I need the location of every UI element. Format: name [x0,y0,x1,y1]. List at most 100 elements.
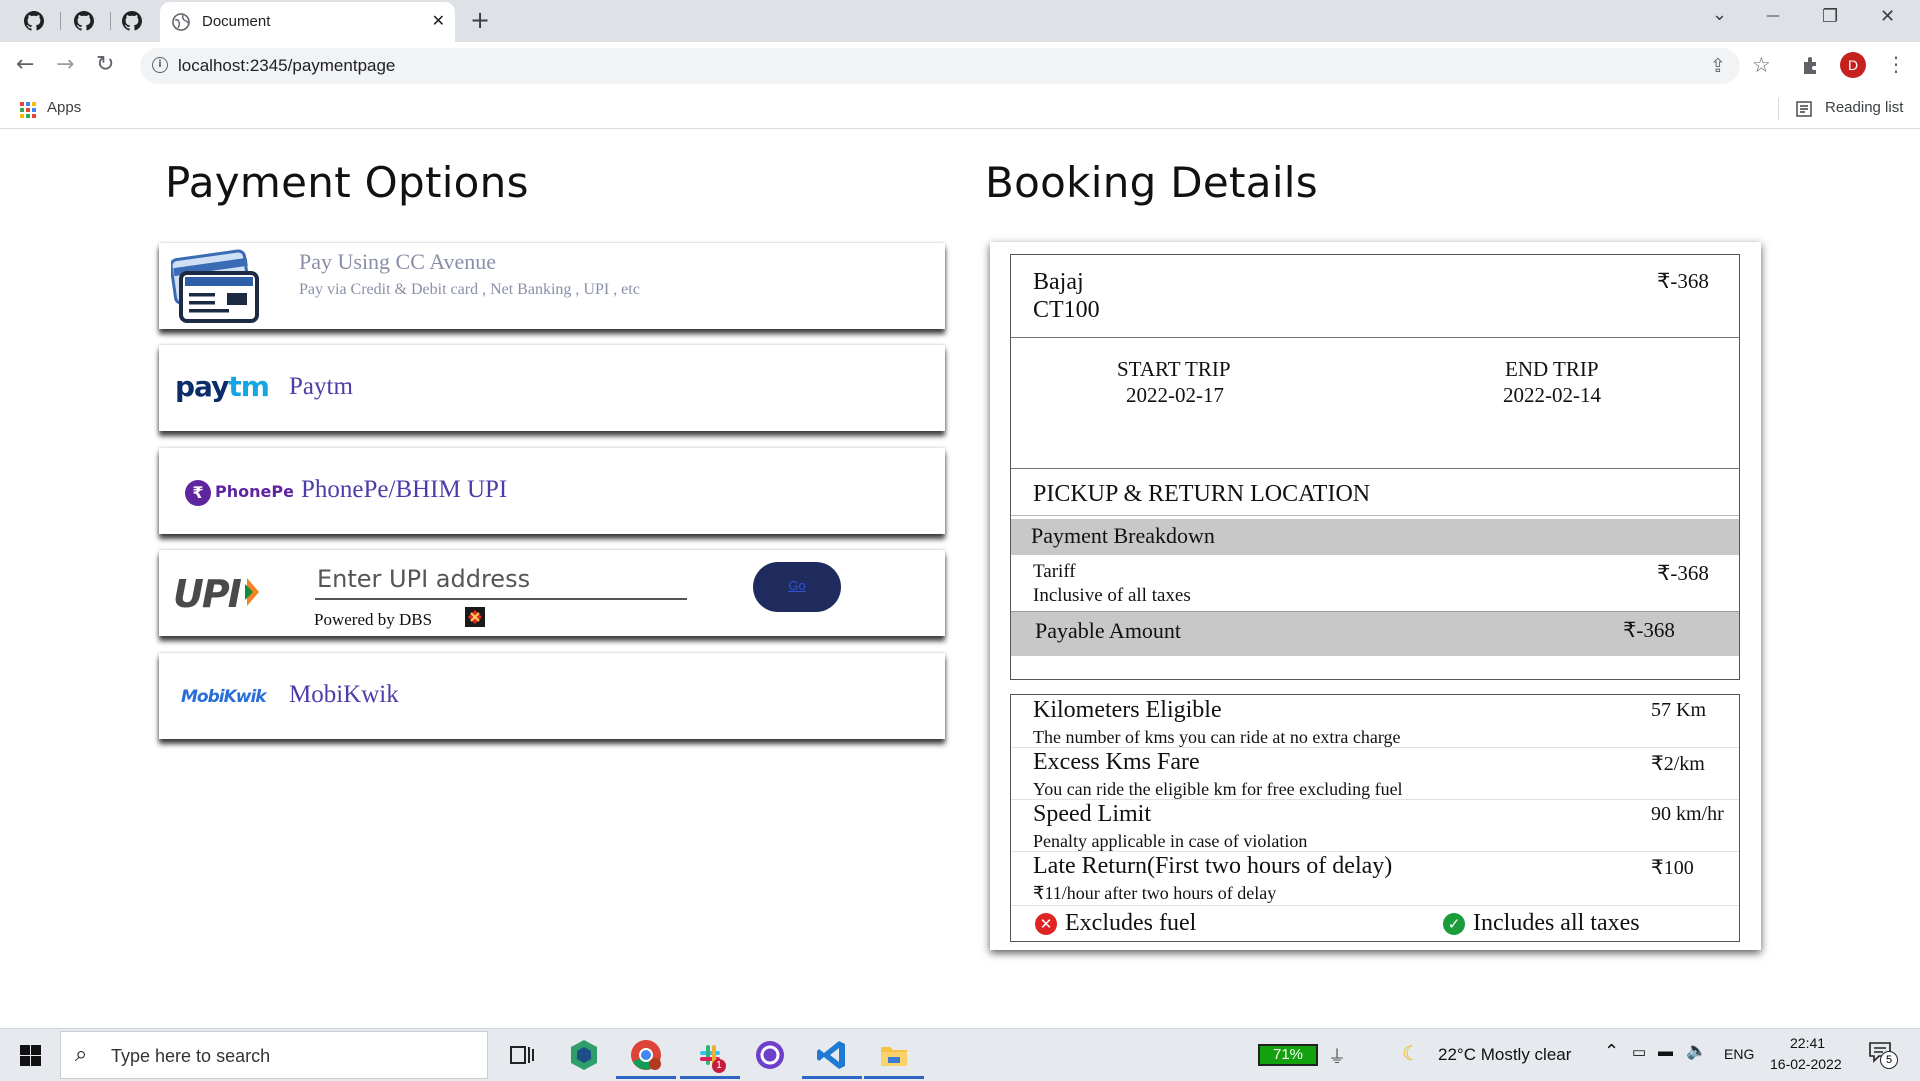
payment-breakdown-label: Payment Breakdown [1031,523,1215,548]
green-app-icon[interactable] [566,1037,602,1073]
notification-count-badge: 5 [1880,1051,1898,1069]
term-title: Speed Limit [1033,801,1151,827]
extensions-puzzle-icon[interactable] [1800,54,1822,76]
chrome-taskbar-app[interactable] [616,1037,676,1079]
input-language[interactable]: ENG [1724,1046,1754,1062]
cc-avenue-option[interactable]: Pay Using CC Avenue Pay via Credit & Deb… [159,243,945,329]
browser-tab-strip: Document ✕ + ⌄ — ❐ ✕ [0,0,1920,42]
restore-icon[interactable]: ❐ [1822,6,1838,27]
booking-details-card: Bajaj CT100 ₹-368 START TRIP 2022-02-17 … [990,242,1761,950]
vscode-taskbar-app[interactable] [802,1037,862,1079]
close-window-icon[interactable]: ✕ [1880,6,1895,27]
taskbar-search-placeholder: Type here to search [111,1046,271,1066]
phonepe-icon: ₹ [185,480,211,506]
profile-avatar[interactable]: D [1840,52,1866,78]
file-explorer-taskbar-app[interactable] [864,1037,924,1079]
site-info-icon[interactable]: i [152,57,168,73]
upi-arrow-icon [245,578,259,606]
chrome-icon [631,1040,661,1070]
share-icon[interactable]: ⇪ [1710,55,1726,77]
apps-grid-icon[interactable] [20,102,36,118]
tariff-value: ₹-368 [1657,561,1709,585]
reading-list-icon[interactable] [1796,101,1812,117]
active-app-indicator [802,1076,862,1079]
phonepe-option[interactable]: ₹ PhonePe PhonePe/BHIM UPI [159,448,945,534]
start-trip-date: 2022-02-17 [1126,383,1224,407]
credit-card-icon [171,249,259,323]
slack-taskbar-app[interactable]: 1 [680,1037,740,1079]
forward-arrow-icon[interactable]: → [56,52,74,77]
reload-icon[interactable]: ↻ [96,52,114,77]
term-description: You can ride the eligible km for free ex… [1033,779,1403,799]
term-row-late-return: Late Return(First two hours of delay) ₹1… [1011,851,1739,903]
end-trip-date: 2022-02-14 [1503,383,1601,407]
battery-tray-icon[interactable]: ▬ [1658,1043,1673,1060]
notification-center-button[interactable]: 5 [1868,1041,1898,1069]
github-icon [122,11,142,31]
clock-time[interactable]: 22:41 [1790,1035,1825,1051]
divider [1011,337,1739,338]
github-pinned-tab-3[interactable] [118,8,146,34]
divider [1011,468,1739,469]
github-icon [74,11,94,31]
network-icon[interactable]: ▭ [1632,1043,1646,1061]
phonepe-label: PhonePe/BHIM UPI [301,476,508,503]
address-bar[interactable]: i localhost:2345/paymentpage ⇪ ☆ [140,48,1771,84]
apps-bookmark[interactable]: Apps [47,99,81,116]
divider [1011,515,1739,516]
github-desktop-icon [756,1041,784,1069]
active-app-indicator [616,1076,676,1079]
payment-breakdown-header: Payment Breakdown [1011,519,1739,555]
check-circle-icon: ✓ [1443,913,1465,935]
cross-circle-icon: ✕ [1035,913,1057,935]
tab-title: Document [202,13,271,30]
back-arrow-icon[interactable]: ← [16,52,34,77]
term-title: Excess Kms Fare [1033,749,1200,775]
active-app-indicator [680,1076,740,1079]
weather-text[interactable]: 22°C Mostly clear [1438,1045,1571,1065]
term-row-kilometers: Kilometers Eligible The number of kms yo… [1011,695,1739,747]
tab-close-icon[interactable]: ✕ [432,11,445,30]
minimize-icon[interactable]: — [1766,8,1780,24]
mobikwik-option[interactable]: MobiKwik MobiKwik [159,653,945,739]
active-app-indicator [864,1076,924,1079]
upi-go-button[interactable]: Go [753,562,841,612]
payable-amount-label: Payable Amount [1035,618,1182,643]
payable-amount-value: ₹-368 [1623,618,1675,642]
paytm-logo: paytm [175,370,270,403]
bookmarks-bar: Apps Reading list [0,90,1920,129]
active-tab[interactable]: Document ✕ [160,2,455,42]
more-menu-icon[interactable]: ⋮ [1886,52,1906,76]
term-row-excess-fare: Excess Kms Fare You can ride the eligibl… [1011,747,1739,799]
term-row-speed-limit: Speed Limit Penalty applicable in case o… [1011,799,1739,851]
new-tab-button[interactable]: + [470,6,490,34]
github-pinned-tab-1[interactable] [20,8,48,34]
upi-address-input[interactable] [315,560,687,600]
term-value: 57 Km [1651,699,1706,721]
task-view-icon[interactable] [502,1037,538,1073]
vscode-icon [817,1041,845,1069]
github-desktop-taskbar-app[interactable] [752,1037,788,1073]
clock-date[interactable]: 16-02-2022 [1770,1056,1842,1072]
url-text[interactable]: localhost:2345/paymentpage [178,56,395,76]
reading-list-button[interactable]: Reading list [1825,99,1903,116]
speaker-icon[interactable]: 🔈 [1686,1041,1707,1061]
show-hidden-icons-chevron[interactable]: ⌃ [1604,1041,1619,1062]
term-description: ₹11/hour after two hours of delay [1033,883,1277,903]
windows-taskbar: ⌕ Type here to search 1 71% ⏚ ☾ 22°C Mos… [0,1028,1920,1081]
github-pinned-tab-2[interactable] [70,8,98,34]
paytm-option[interactable]: paytm Paytm [159,345,945,431]
tab-search-dropdown-icon[interactable]: ⌄ [1712,4,1727,25]
upi-logo: UPI [173,572,242,616]
taskbar-search-box[interactable]: ⌕ Type here to search [60,1031,488,1079]
tab-separator [110,12,111,30]
bookmark-star-icon[interactable]: ☆ [1752,53,1771,77]
browser-toolbar: ← → ↻ i localhost:2345/paymentpage ⇪ ☆ D… [0,42,1920,90]
windows-start-icon[interactable] [20,1045,41,1066]
end-trip-label: END TRIP [1505,357,1599,381]
term-value: ₹2/km [1651,753,1705,775]
paytm-label: Paytm [289,373,353,400]
battery-indicator[interactable]: 71% [1258,1044,1318,1066]
booking-details-heading: Booking Details [985,158,1318,207]
tariff-label: Tariff [1033,561,1076,582]
